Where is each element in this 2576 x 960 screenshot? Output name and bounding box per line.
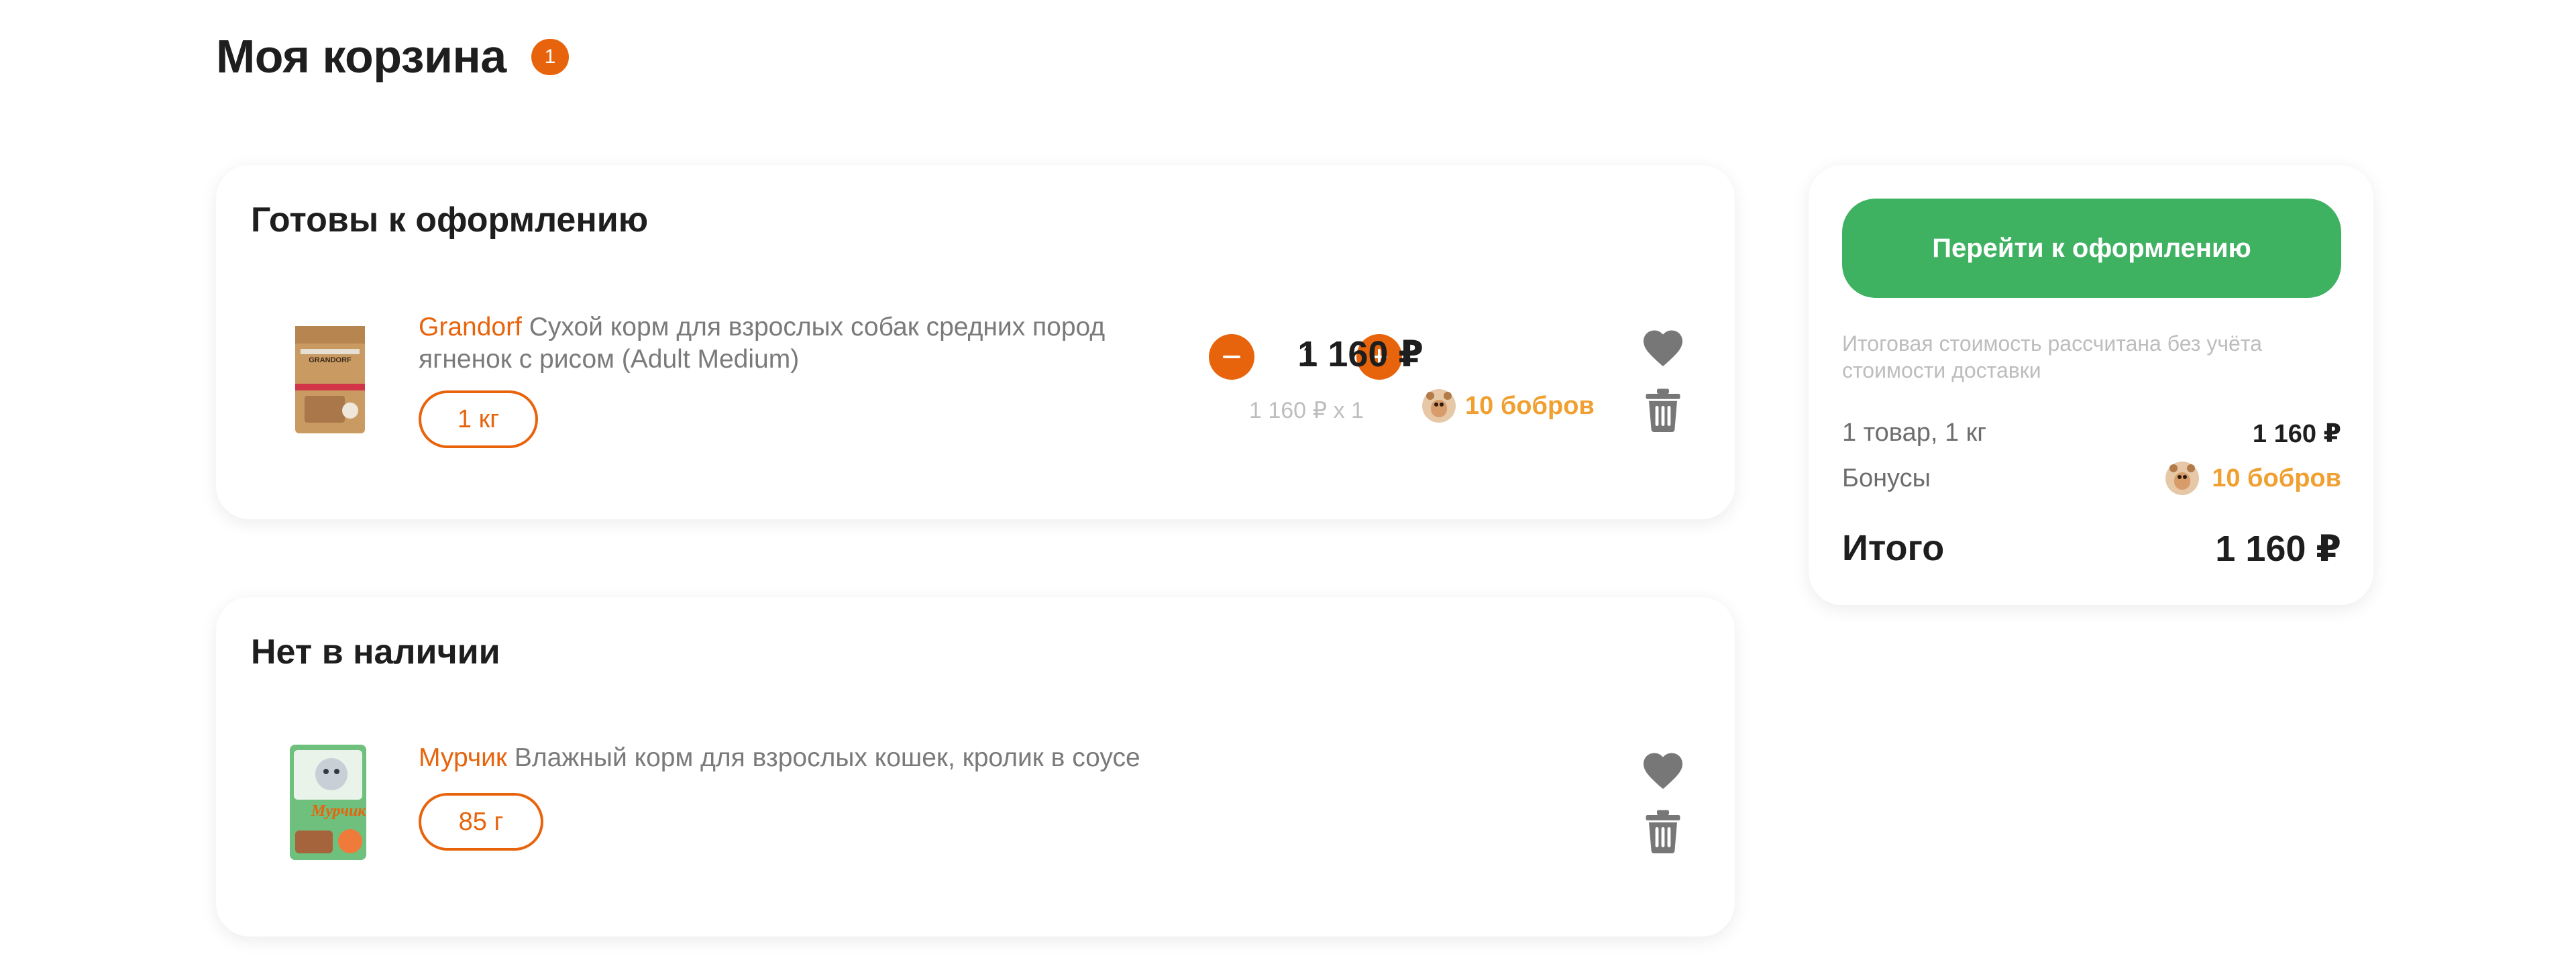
product-brand: Grandorf	[419, 313, 522, 341]
svg-text:Мурчик: Мурчик	[311, 802, 366, 820]
ready-section-card: Готовы к оформлению GRANDORF Grandorf Су…	[216, 165, 1735, 519]
variant-pill-85g[interactable]: 85 г	[419, 793, 543, 851]
svg-text:GRANDORF: GRANDORF	[309, 356, 352, 364]
bonus-summary-value: 10 бобров	[2212, 464, 2341, 492]
out-of-stock-section-card: Нет в наличии Мурчик Мурчик Влажный корм…	[216, 597, 1735, 937]
bonus-summary-label: Бонусы	[1842, 464, 1931, 492]
goods-summary-label: 1 товар, 1 кг	[1842, 419, 1987, 447]
total-value: 1 160 ₽	[2215, 529, 2341, 569]
checkout-button[interactable]: Перейти к оформлению	[1842, 199, 2341, 298]
product-title-grandorf[interactable]: Grandorf Сухой корм для взрослых собак с…	[419, 311, 1170, 376]
out-of-stock-section-title: Нет в наличии	[251, 633, 500, 672]
add-to-favorites-button[interactable]	[1638, 746, 1688, 793]
product-name: Сухой корм для взрослых собак средних по…	[419, 313, 1106, 374]
product-name: Влажный корм для взрослых кошек, кролик …	[514, 743, 1140, 772]
trash-icon	[1646, 810, 1680, 853]
cart-count-badge: 1	[531, 39, 569, 75]
product-image-murchik[interactable]: Мурчик	[283, 742, 373, 863]
page-title: Моя корзина	[216, 30, 506, 83]
product-image-grandorf[interactable]: GRANDORF	[288, 322, 372, 437]
trash-icon	[1646, 388, 1680, 432]
variant-pill-1kg[interactable]: 1 кг	[419, 390, 538, 448]
heart-icon	[1643, 330, 1683, 367]
product-brand: Мурчик	[419, 743, 507, 772]
delete-item-button[interactable]	[1641, 385, 1685, 435]
heart-icon	[1643, 753, 1683, 790]
goods-summary-value: 1 160 ₽	[2252, 420, 2341, 448]
product-title-murchik[interactable]: Мурчик Влажный корм для взрослых кошек, …	[419, 742, 1291, 774]
beaver-icon	[1422, 389, 1456, 423]
item-bonus: 10 бобров	[1465, 392, 1595, 420]
delivery-cost-note: Итоговая стоимость рассчитана без учёта …	[1842, 331, 2262, 382]
beaver-icon	[2165, 462, 2199, 495]
total-label: Итого	[1842, 528, 1945, 568]
item-price: 1 160 ₽	[1297, 334, 1424, 374]
ready-section-title: Готовы к оформлению	[251, 201, 649, 239]
add-to-favorites-button[interactable]	[1638, 323, 1688, 370]
delete-item-button[interactable]	[1641, 806, 1685, 856]
unit-price: 1 160 ₽ х 1	[1249, 398, 1364, 423]
order-summary-card: Перейти к оформлению Итоговая стоимость …	[1809, 165, 2373, 605]
